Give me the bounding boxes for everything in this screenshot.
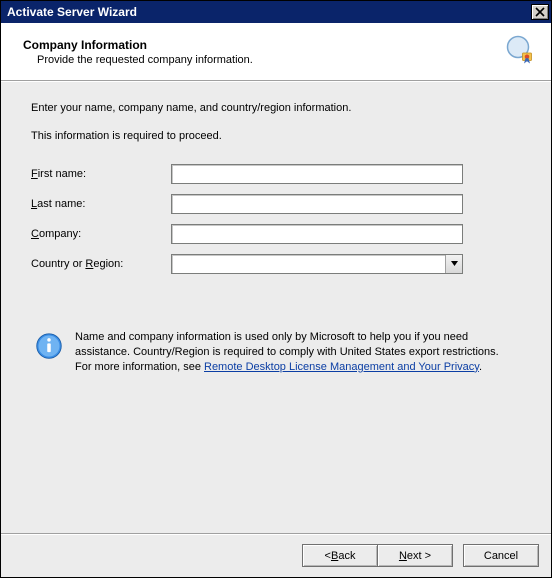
last-name-label: Last name: [31,198,171,210]
company-row: Company: [31,224,521,244]
title-bar: Activate Server Wizard [1,1,551,23]
next-button[interactable]: Next > [377,544,453,567]
close-icon [535,7,545,17]
certificate-icon [503,32,539,71]
button-row: < Back Next > Cancel [1,533,551,577]
last-name-input[interactable] [171,194,463,214]
header-panel: Company Information Provide the requeste… [1,23,551,81]
required-text: This information is required to proceed. [31,130,521,142]
info-text: Name and company information is used onl… [75,330,517,375]
company-input[interactable] [171,224,463,244]
header-subtitle: Provide the requested company informatio… [23,54,253,66]
last-name-row: Last name: [31,194,521,214]
chevron-down-icon [451,261,458,267]
company-label: Company: [31,228,171,240]
first-name-label: First name: [31,168,171,180]
close-button[interactable] [531,4,549,20]
wizard-window: Activate Server Wizard Company Informati… [0,0,552,578]
back-button[interactable]: < Back [302,544,378,567]
country-row: Country or Region: [31,254,521,274]
info-icon [35,330,63,375]
content-area: Enter your name, company name, and count… [1,81,551,533]
first-name-row: First name: [31,164,521,184]
header-text: Company Information Provide the requeste… [23,38,253,66]
intro-text: Enter your name, company name, and count… [31,102,521,114]
privacy-link[interactable]: Remote Desktop License Management and Yo… [204,361,479,373]
window-title: Activate Server Wizard [7,5,137,19]
cancel-button[interactable]: Cancel [463,544,539,567]
info-block: Name and company information is used onl… [31,330,521,375]
country-label: Country or Region: [31,258,171,270]
country-select[interactable] [171,254,463,274]
first-name-input[interactable] [171,164,463,184]
header-title: Company Information [23,38,253,52]
country-select-button[interactable] [445,255,462,273]
